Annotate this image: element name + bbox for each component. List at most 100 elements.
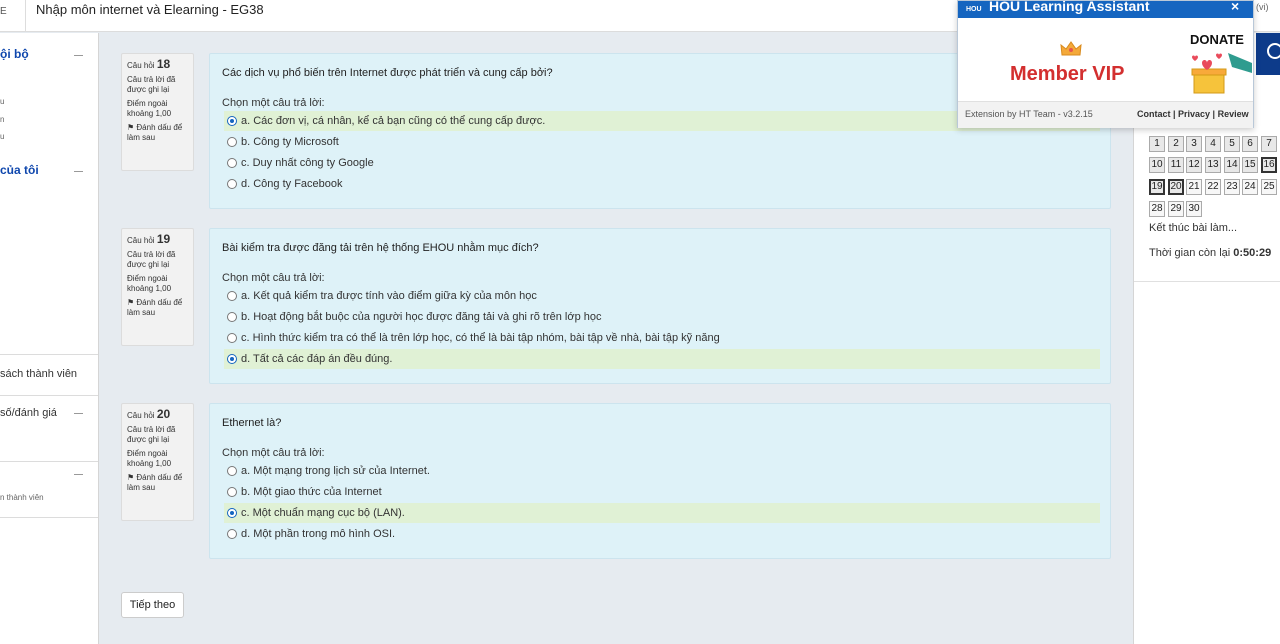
answer-label: d. Tất cả các đáp án đều đúng.: [241, 353, 393, 365]
flag-icon: ⚑: [127, 123, 135, 132]
answer-option[interactable]: d. Công ty Facebook: [224, 174, 1100, 194]
timer-value: 0:50:29: [1233, 247, 1272, 259]
answer-option[interactable]: c. Duy nhất công ty Google: [224, 153, 1100, 173]
divider: [0, 354, 98, 355]
answer-label: c. Một chuẩn mạng cục bộ (LAN).: [241, 507, 405, 519]
drawer-item-members[interactable]: n thành viên: [0, 493, 44, 502]
nav-question-button[interactable]: 10: [1149, 157, 1165, 173]
question-text: Bài kiểm tra được đăng tải trên hệ thống…: [222, 242, 539, 254]
nav-question-button[interactable]: 21: [1186, 179, 1202, 195]
course-title[interactable]: Nhập môn internet và Elearning - EG38: [36, 2, 264, 17]
radio-button[interactable]: [227, 529, 237, 539]
nav-question-button[interactable]: 5: [1224, 136, 1240, 152]
finish-attempt-link[interactable]: Kết thúc bài làm...: [1149, 222, 1237, 234]
extension-footer: Extension by HT Team - v3.2.15 Contact |…: [958, 101, 1253, 128]
divider: [0, 517, 98, 518]
answer-label: c. Duy nhất công ty Google: [241, 157, 374, 169]
user-icon: [1267, 43, 1280, 59]
nav-question-button[interactable]: 4: [1205, 136, 1221, 152]
answer-option[interactable]: c. Hình thức kiểm tra có thể là trên lớp…: [224, 328, 1100, 348]
radio-button[interactable]: [227, 466, 237, 476]
drawer-section-my-courses[interactable]: của tôi: [0, 163, 39, 177]
nav-question-button[interactable]: 30: [1186, 201, 1202, 217]
answer-option[interactable]: b. Hoạt động bắt buộc của người học được…: [224, 307, 1100, 327]
nav-question-button[interactable]: 16: [1261, 157, 1277, 173]
drawer-subitem[interactable]: u: [0, 97, 4, 106]
crown-icon: [1060, 41, 1082, 56]
radio-button[interactable]: [227, 312, 237, 322]
answer-option[interactable]: b. Công ty Microsoft: [224, 132, 1100, 152]
answer-label: b. Công ty Microsoft: [241, 136, 339, 148]
question-info: Câu hỏi 18 Câu trả lời đã được ghi lại Đ…: [121, 53, 194, 171]
drawer-subitem[interactable]: n: [0, 115, 4, 124]
radio-button[interactable]: [227, 333, 237, 343]
nav-question-button[interactable]: 29: [1168, 201, 1184, 217]
extension-version: Extension by HT Team - v3.2.15: [965, 109, 1093, 119]
nav-question-button[interactable]: 15: [1242, 157, 1258, 173]
user-menu-strip[interactable]: [1256, 33, 1280, 75]
nav-question-button[interactable]: 25: [1261, 179, 1277, 195]
answer-prompt: Chọn một câu trả lời:: [222, 447, 325, 459]
radio-button[interactable]: [227, 158, 237, 168]
nav-question-button[interactable]: 19: [1149, 179, 1165, 195]
nav-question-button[interactable]: 20: [1168, 179, 1184, 195]
drawer-item-grades[interactable]: số/đánh giá: [0, 407, 57, 419]
question-mark: Điểm ngoài khoảng 1,00: [127, 274, 172, 293]
radio-button[interactable]: [227, 291, 237, 301]
collapse-icon[interactable]: [74, 171, 83, 172]
radio-button[interactable]: [227, 137, 237, 147]
question-label: Câu hỏi: [127, 236, 155, 245]
drawer-item-member-list[interactable]: sách thành viên: [0, 368, 77, 380]
collapse-icon[interactable]: [74, 413, 83, 414]
nav-question-button[interactable]: 24: [1242, 179, 1258, 195]
answer-prompt: Chọn một câu trả lời:: [222, 272, 325, 284]
collapse-icon[interactable]: [74, 55, 83, 56]
answer-option[interactable]: d. Một phần trong mô hình OSI.: [224, 524, 1100, 544]
language-menu[interactable]: (vi): [1256, 2, 1269, 12]
collapse-icon[interactable]: [74, 474, 83, 475]
radio-button[interactable]: [227, 508, 237, 518]
timer-label: Thời gian còn lại: [1149, 247, 1231, 259]
question-mark: Điểm ngoài khoảng 1,00: [127, 99, 172, 118]
flag-question[interactable]: ⚑ Đánh dấu để làm sau: [127, 473, 188, 493]
flag-label: Đánh dấu để làm sau: [127, 473, 183, 492]
nav-question-button[interactable]: 6: [1242, 136, 1258, 152]
answer-label: a. Kết quả kiểm tra được tính vào điểm g…: [241, 290, 537, 302]
flag-icon: ⚑: [127, 298, 135, 307]
radio-button[interactable]: [227, 179, 237, 189]
answer-label: b. Hoạt động bắt buộc của người học được…: [241, 311, 602, 323]
nav-question-button[interactable]: 12: [1186, 157, 1202, 173]
nav-question-button[interactable]: 2: [1168, 136, 1184, 152]
radio-button[interactable]: [227, 354, 237, 364]
extension-links[interactable]: Contact | Privacy | Review: [1137, 109, 1249, 119]
nav-question-button[interactable]: 23: [1224, 179, 1240, 195]
drawer-section-internal[interactable]: ội bộ: [0, 47, 29, 61]
nav-question-button[interactable]: 1: [1149, 136, 1165, 152]
nav-question-button[interactable]: 11: [1168, 157, 1184, 173]
question-number: 20: [156, 407, 171, 421]
nav-question-button[interactable]: 13: [1205, 157, 1221, 173]
nav-question-button[interactable]: 14: [1224, 157, 1240, 173]
flag-question[interactable]: ⚑ Đánh dấu để làm sau: [127, 123, 188, 143]
flag-question[interactable]: ⚑ Đánh dấu để làm sau: [127, 298, 188, 318]
nav-question-button[interactable]: 28: [1149, 201, 1165, 217]
close-icon[interactable]: ×: [1231, 0, 1239, 14]
donation-box-icon[interactable]: [1188, 49, 1254, 97]
answer-label: d. Một phần trong mô hình OSI.: [241, 528, 396, 540]
donate-label[interactable]: DONATE: [1190, 32, 1244, 47]
radio-button[interactable]: [227, 116, 237, 126]
question-text: Ethernet là?: [222, 417, 282, 429]
answer-option[interactable]: a. Một mạng trong lịch sử của Internet.: [224, 461, 1100, 481]
answer-option[interactable]: b. Một giao thức của Internet: [224, 482, 1100, 502]
radio-button[interactable]: [227, 487, 237, 497]
question-info: Câu hỏi 19 Câu trả lời đã được ghi lại Đ…: [121, 228, 194, 346]
drawer-subitem[interactable]: u: [0, 132, 4, 141]
next-page-button[interactable]: Tiếp theo: [121, 592, 184, 618]
nav-question-button[interactable]: 22: [1205, 179, 1221, 195]
answer-option[interactable]: c. Một chuẩn mạng cục bộ (LAN).: [224, 503, 1100, 523]
drawer-toggle[interactable]: E: [0, 0, 26, 32]
answer-option[interactable]: a. Kết quả kiểm tra được tính vào điểm g…: [224, 286, 1100, 306]
nav-question-button[interactable]: 3: [1186, 136, 1202, 152]
nav-question-button[interactable]: 7: [1261, 136, 1277, 152]
answer-option[interactable]: d. Tất cả các đáp án đều đúng.: [224, 349, 1100, 369]
